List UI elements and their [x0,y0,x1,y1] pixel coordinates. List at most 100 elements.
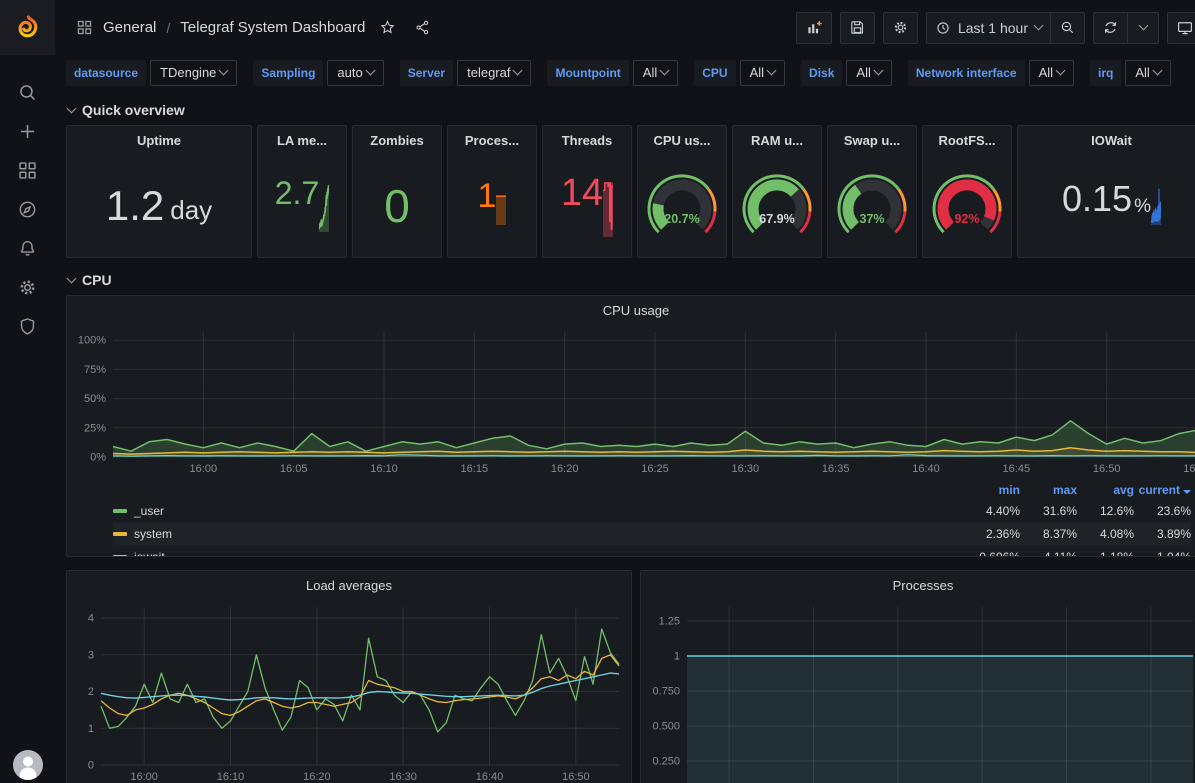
dashboard-settings-button[interactable] [883,12,918,44]
variable-value-network-interface[interactable]: All [1029,60,1074,86]
panel-title[interactable]: RAM u... [733,126,821,154]
variable-datasource: datasourceTDengine [66,60,237,86]
variable-label-sampling[interactable]: Sampling [253,60,323,86]
legend-sort-current[interactable]: current [1134,483,1191,497]
time-range-button[interactable]: Last 1 hour [926,12,1050,44]
alerting-icon[interactable] [17,237,39,259]
panel-title[interactable]: Proces... [448,126,536,154]
svg-text:16:30: 16:30 [389,771,417,783]
chevron-down-icon [365,66,375,76]
variable-label-datasource[interactable]: datasource [66,60,146,86]
variable-label-disk[interactable]: Disk [801,60,842,86]
panel-title[interactable]: Zombies [353,126,441,154]
variable-label-network-interface[interactable]: Network interface [908,60,1025,86]
chevron-down-icon [1152,66,1162,76]
panel-title[interactable]: LA me... [258,126,346,154]
panel-zombies: Zombies 0 [352,125,442,258]
chevron-down-icon [219,66,229,76]
svg-text:16:00: 16:00 [130,771,158,783]
legend-header-row: minmaxavgcurrent [113,481,1191,499]
admin-shield-icon[interactable] [17,315,39,337]
panel-title[interactable]: RootFS... [923,126,1011,154]
sidebar-bottom [13,750,43,783]
variable-value-mountpoint[interactable]: All [633,60,678,86]
row-quick-overview[interactable]: Quick overview [68,97,1195,123]
star-button[interactable] [375,15,400,40]
legend-value: 1.18% [1077,550,1134,557]
variable-value-server[interactable]: telegraf [457,60,531,86]
plus-icon[interactable] [17,120,39,142]
cpu-usage-chart[interactable]: 0%25%50%75%100%16:0016:0516:1016:1516:20… [67,324,1195,479]
variable-value-irq[interactable]: All [1125,60,1170,86]
panel-title[interactable]: Load averages [67,571,631,599]
load-averages-chart[interactable]: 0123416:0016:1016:2016:3016:4016:50 [67,599,631,783]
legend-series-toggle[interactable]: _user [113,504,963,518]
dashboards-icon[interactable] [17,159,39,181]
stat-suffix: day [170,195,212,226]
svg-text:16:15: 16:15 [461,463,489,475]
legend-value: 4.11% [1020,550,1077,557]
svg-text:75%: 75% [84,364,106,376]
chevron-down-icon [513,66,523,76]
legend-sort-avg[interactable]: avg [1077,483,1134,497]
legend-row-iowait: iowait0.696%4.11%1.18%1.04% [113,545,1191,556]
panel-title[interactable]: IOWait [1018,126,1195,154]
time-picker-group: Last 1 hour [926,12,1085,44]
chevron-down-icon [1034,21,1044,31]
grafana-app: General / Telegraf System Dashboard [0,0,1195,783]
variable-value-datasource[interactable]: TDengine [150,60,237,86]
legend-series-toggle[interactable]: system [113,527,963,541]
clock-icon [935,20,951,36]
add-panel-button[interactable] [796,12,832,44]
legend-value: 2.36% [963,527,1020,541]
zoom-out-button[interactable] [1050,12,1085,44]
variable-server: Servertelegraf [400,60,532,86]
sidebar [0,0,55,783]
search-icon[interactable] [17,81,39,103]
user-avatar[interactable] [13,750,43,780]
refresh-interval-button[interactable] [1127,12,1159,44]
processes-chart[interactable]: 1.2510.7500.5000.250 [641,599,1195,783]
time-range-label: Last 1 hour [958,20,1028,36]
explore-icon[interactable] [17,198,39,220]
sort-caret-icon [1183,490,1191,494]
variable-label-server[interactable]: Server [400,60,453,86]
row-cpu[interactable]: CPU [68,267,1195,293]
star-icon [379,19,396,36]
panel-title[interactable]: CPU usage [67,296,1195,324]
panel-processes-stat: Proces... 1 [447,125,537,258]
variable-label-mountpoint[interactable]: Mountpoint [547,60,628,86]
legend-swatch [113,555,127,557]
panel-title[interactable]: Uptime [67,126,251,154]
variable-label-cpu[interactable]: CPU [694,60,735,86]
share-button[interactable] [410,15,435,40]
panel-title[interactable]: Processes [641,571,1195,599]
legend-series-toggle[interactable]: iowait [113,550,963,557]
variable-value-sampling[interactable]: auto [327,60,383,86]
panel-title[interactable]: CPU us... [638,126,726,154]
grafana-logo[interactable] [0,0,55,55]
panel-title[interactable]: Swap u... [828,126,916,154]
panel-cpu-usage: CPU usage 0%25%50%75%100%16:0016:0516:10… [66,295,1195,557]
row-title: CPU [82,272,112,288]
settings-icon[interactable] [17,276,39,298]
svg-text:16:40: 16:40 [476,771,504,783]
breadcrumb-separator: / [166,20,170,36]
breadcrumb-section[interactable]: General [103,19,156,36]
svg-text:50%: 50% [84,393,106,405]
cycle-view-button[interactable] [1167,12,1195,44]
variable-value-disk[interactable]: All [846,60,891,86]
save-dashboard-button[interactable] [840,12,875,44]
svg-text:16:10: 16:10 [217,771,245,783]
legend-sort-min[interactable]: min [963,483,1020,497]
legend-sort-max[interactable]: max [1020,483,1077,497]
refresh-button[interactable] [1093,12,1127,44]
row-title: Quick overview [82,102,185,118]
stat-value: 0 [384,183,410,229]
panel-title[interactable]: Threads [543,126,631,154]
tv-icon [1176,19,1194,37]
variable-label-irq[interactable]: irq [1090,60,1121,86]
variable-value-cpu[interactable]: All [740,60,785,86]
legend-swatch [113,509,127,513]
svg-text:67.9%: 67.9% [759,211,794,225]
